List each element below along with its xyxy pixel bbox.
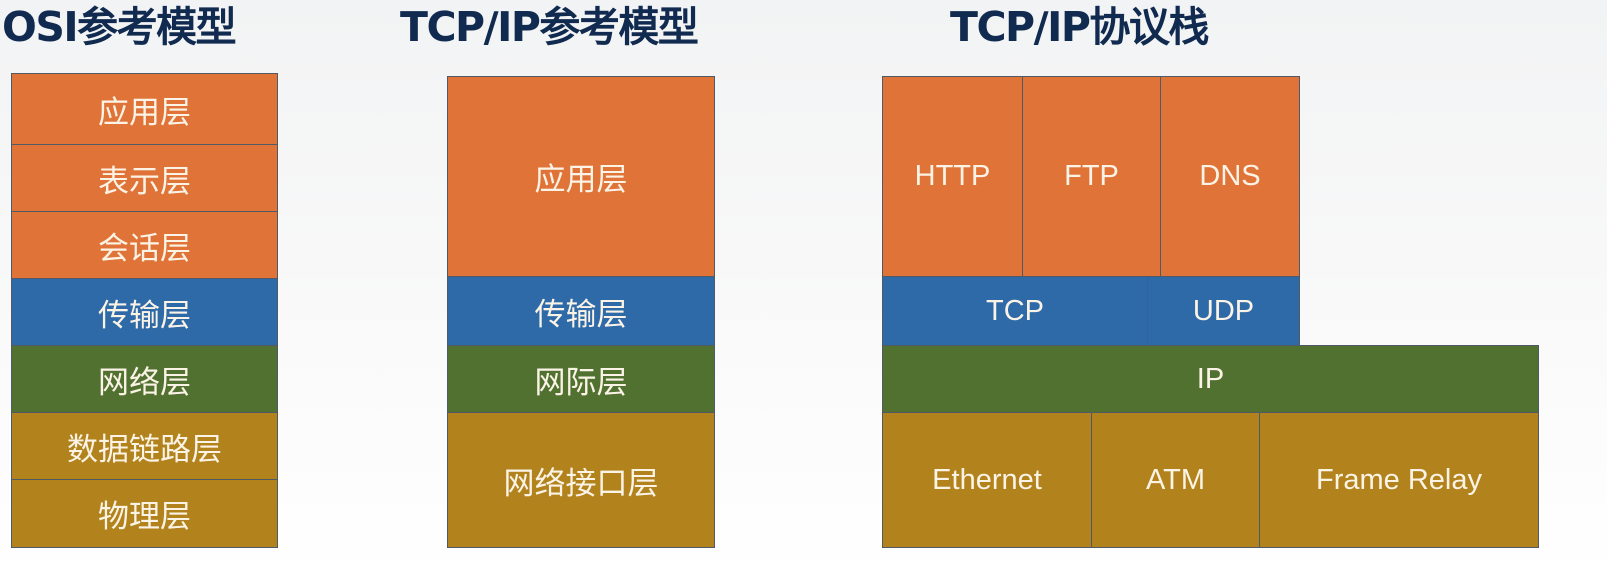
- protocol-label: IP: [1196, 362, 1225, 395]
- protocol-label: Frame Relay: [1316, 463, 1482, 496]
- osi-layer-application: 应用层: [11, 73, 278, 145]
- layer-label: 表示层: [98, 163, 191, 200]
- layer-label: 网络接口层: [503, 465, 659, 502]
- tcpip-stack-title: TCP/IP协议栈: [950, 3, 1209, 51]
- tcpip-layer-application: 应用层: [447, 76, 715, 277]
- tcpip-layer-internet: 网际层: [447, 345, 715, 413]
- protocol-label: UDP: [1192, 294, 1255, 327]
- protocol-dns: DNS: [1160, 76, 1300, 277]
- protocol-frame-relay: Frame Relay: [1259, 412, 1539, 548]
- osi-layer-transport: 传输层: [11, 278, 278, 346]
- protocol-ip: IP: [882, 345, 1539, 413]
- protocol-ftp: FTP: [1022, 76, 1161, 277]
- protocol-http: HTTP: [882, 76, 1023, 277]
- tcpip-model-title: TCP/IP参考模型: [400, 3, 699, 51]
- layer-label: 数据链路层: [67, 431, 222, 468]
- protocol-atm: ATM: [1091, 412, 1260, 548]
- protocol-udp: UDP: [1147, 276, 1300, 346]
- layer-label: 传输层: [98, 297, 191, 334]
- layer-label: 传输层: [534, 296, 628, 333]
- osi-layer-session: 会话层: [11, 211, 278, 279]
- protocol-ethernet: Ethernet: [882, 412, 1092, 548]
- layer-label: 网际层: [534, 364, 628, 401]
- layer-label: 应用层: [98, 94, 191, 131]
- protocol-tcp: TCP: [882, 276, 1148, 346]
- tcpip-layer-network-interface: 网络接口层: [447, 412, 715, 548]
- protocol-label: HTTP: [914, 160, 991, 192]
- osi-model-title: OSI参考模型: [2, 3, 237, 51]
- protocol-label: ATM: [1145, 463, 1206, 496]
- protocol-label: Ethernet: [932, 463, 1042, 496]
- osi-layer-presentation: 表示层: [11, 144, 278, 212]
- osi-layer-physical: 物理层: [11, 479, 278, 548]
- tcpip-layer-transport: 传输层: [447, 276, 715, 346]
- layer-label: 网络层: [98, 364, 191, 401]
- protocol-label: DNS: [1199, 160, 1261, 192]
- layer-label: 会话层: [98, 230, 191, 267]
- layer-label: 应用层: [534, 162, 628, 198]
- layer-label: 物理层: [98, 499, 191, 535]
- protocol-label: FTP: [1064, 160, 1119, 192]
- protocol-label: TCP: [986, 294, 1044, 327]
- osi-layer-network: 网络层: [11, 345, 278, 413]
- osi-layer-data-link: 数据链路层: [11, 412, 278, 480]
